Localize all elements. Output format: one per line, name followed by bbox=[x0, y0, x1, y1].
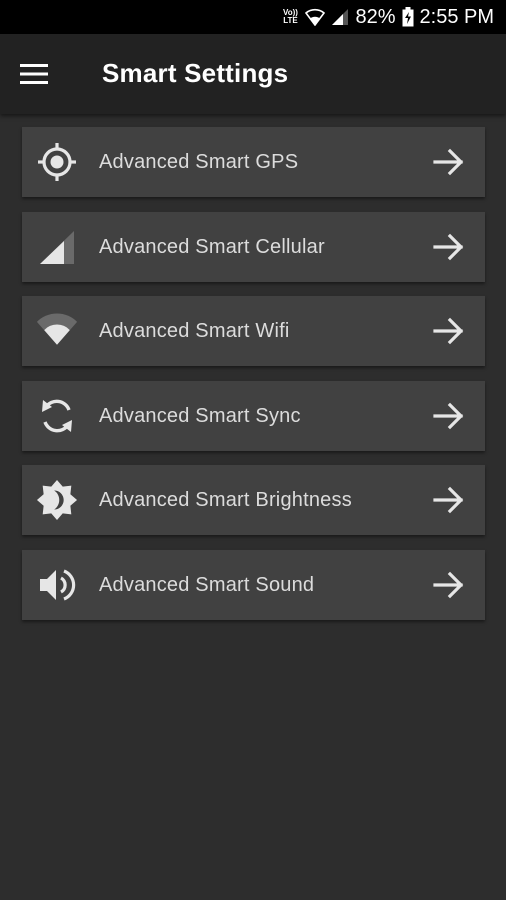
clock: 2:55 PM bbox=[419, 5, 494, 28]
battery-percent: 82% bbox=[355, 5, 396, 28]
setting-item-brightness[interactable]: Advanced Smart Brightness bbox=[22, 465, 485, 535]
wifi-icon bbox=[36, 310, 78, 352]
setting-item-sound[interactable]: Advanced Smart Sound bbox=[22, 549, 485, 620]
setting-label: Advanced Smart GPS bbox=[99, 151, 299, 173]
volume-icon bbox=[36, 564, 78, 606]
wifi-status-icon bbox=[305, 8, 326, 26]
page-title: Smart Settings bbox=[102, 58, 289, 88]
volte-indicator: Vo)) LTE bbox=[283, 8, 298, 25]
hamburger-menu-icon[interactable] bbox=[10, 50, 58, 98]
sync-icon bbox=[36, 395, 78, 437]
setting-item-sync[interactable]: Advanced Smart Sync bbox=[22, 380, 485, 451]
settings-list: Advanced Smart GPS Advanced Smart Cellul… bbox=[22, 127, 485, 634]
arrow-right-icon bbox=[433, 317, 464, 345]
battery-charging-icon bbox=[402, 7, 414, 27]
arrow-right-icon bbox=[433, 571, 464, 598]
setting-item-gps[interactable]: Advanced Smart GPS bbox=[22, 127, 485, 197]
cellular-signal-icon bbox=[36, 226, 78, 268]
setting-label: Advanced Smart Brightness bbox=[99, 489, 352, 511]
app-bar: Smart Settings bbox=[0, 34, 506, 114]
setting-label: Advanced Smart Sound bbox=[99, 573, 315, 596]
setting-label: Advanced Smart Cellular bbox=[99, 235, 325, 258]
arrow-right-icon bbox=[433, 402, 464, 429]
setting-label: Advanced Smart Wifi bbox=[99, 320, 290, 342]
setting-label: Advanced Smart Sync bbox=[99, 404, 301, 427]
setting-item-cellular[interactable]: Advanced Smart Cellular bbox=[22, 211, 485, 282]
arrow-right-icon bbox=[433, 233, 464, 260]
gps-icon bbox=[36, 141, 78, 183]
status-bar: Vo)) LTE 82% 2:55 PM bbox=[0, 0, 506, 34]
arrow-right-icon bbox=[433, 486, 464, 514]
brightness-icon bbox=[36, 479, 78, 521]
arrow-right-icon bbox=[433, 148, 464, 176]
signal-status-icon bbox=[331, 8, 349, 26]
setting-item-wifi[interactable]: Advanced Smart Wifi bbox=[22, 296, 485, 366]
